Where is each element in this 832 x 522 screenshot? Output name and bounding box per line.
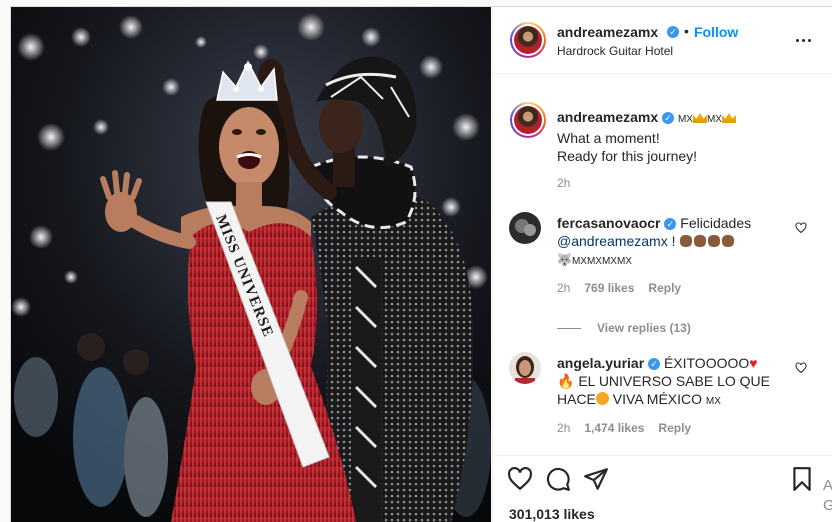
comment-meta: 2h 769 likes Reply: [557, 281, 681, 295]
clipped-text-1: Ac: [823, 477, 832, 494]
like-comment-heart-icon[interactable]: [795, 221, 807, 234]
comment-username[interactable]: fercasanovaocr: [557, 215, 661, 231]
view-replies-button[interactable]: View replies (13): [565, 321, 691, 335]
comment-suffix: !: [671, 233, 676, 249]
flag-mx: MX: [677, 114, 693, 125]
separator-dot: •: [684, 23, 689, 39]
post-header: andreamezamx ✓ • Follow Hardrock Guitar …: [493, 7, 832, 74]
comment-line-3a: HACE: [557, 391, 596, 407]
share-paper-plane-icon[interactable]: [583, 466, 609, 492]
avatar-image: [509, 352, 541, 384]
flex-emoji-icon: [722, 235, 735, 247]
commenter-avatar[interactable]: [509, 352, 541, 384]
wolf-emoji-icon: 🐺: [557, 253, 572, 267]
post-modal: MISS UNIVERSE andreamezamx ✓ • Follow Ha…: [10, 6, 832, 522]
comment-time[interactable]: 2h: [557, 281, 570, 295]
more-options-icon[interactable]: [795, 31, 813, 49]
verified-badge-icon: ✓: [662, 112, 675, 125]
like-heart-icon[interactable]: [507, 466, 533, 492]
action-bar: 301,013 likes Ac Go: [493, 455, 832, 522]
clipped-overlay-text: Ac Go: [823, 476, 832, 516]
save-bookmark-icon[interactable]: [789, 466, 815, 492]
commenter-avatar[interactable]: [509, 212, 541, 244]
caption-avatar[interactable]: [510, 102, 546, 138]
reply-button[interactable]: Reply: [658, 421, 691, 435]
crown-emoji-icon: [721, 113, 736, 123]
heart-eyes-emoji-icon: [595, 392, 609, 405]
flags-text: MXMXMXMX: [571, 256, 632, 267]
caption-text: andreamezamx ✓ MX MX What a moment! Ready…: [557, 108, 787, 165]
crowning-photo-illustration: MISS UNIVERSE: [11, 7, 491, 522]
clipped-text-2: Go: [823, 497, 832, 514]
author-avatar[interactable]: [510, 22, 546, 58]
red-heart-emoji-icon: ♥: [749, 355, 758, 371]
comment-time[interactable]: 2h: [557, 421, 570, 435]
comment-likes[interactable]: 769 likes: [584, 281, 634, 295]
comment-text: angela.yuriar ✓ ÉXITOOOOO♥ 🔥 EL UNIVERSO…: [557, 354, 787, 411]
caption-username[interactable]: andreamezamx: [557, 109, 658, 125]
verified-badge-icon: ✓: [664, 218, 677, 231]
comment-body: Felicidades: [680, 215, 752, 231]
caption-line-2: Ready for this journey!: [557, 148, 698, 164]
clap-emoji-icon: [694, 235, 707, 247]
post-sidebar: andreamezamx ✓ • Follow Hardrock Guitar …: [492, 7, 832, 522]
page-gutter: [0, 0, 10, 521]
comment-meta: 2h 1,474 likes Reply: [557, 421, 691, 435]
post-location[interactable]: Hardrock Guitar Hotel: [557, 44, 673, 58]
comment-line-2: EL UNIVERSO SABE LO QUE: [578, 373, 770, 389]
post-photo[interactable]: MISS UNIVERSE: [11, 7, 491, 522]
comment-body: ÉXITOOOOO: [663, 355, 750, 371]
flag-mx: MX: [705, 396, 721, 407]
post-likes-count[interactable]: 301,013 likes: [509, 506, 595, 522]
follow-button[interactable]: Follow: [694, 24, 738, 40]
flag-mx: MX: [706, 114, 722, 125]
caption-line-1: What a moment!: [557, 130, 660, 146]
clap-emoji-icon: [680, 235, 693, 247]
avatar-image: [509, 212, 541, 244]
verified-badge-icon: ✓: [648, 358, 661, 371]
fire-emoji-icon: 🔥: [557, 373, 575, 389]
comment-text: fercasanovaocr ✓ Felicidades @andreameza…: [557, 214, 787, 271]
comment-username[interactable]: angela.yuriar: [557, 355, 644, 371]
verified-badge-icon: ✓: [667, 26, 679, 38]
clap-emoji-icon: [708, 235, 721, 247]
comments-list[interactable]: andreamezamx ✓ MX MX What a moment! Ready…: [493, 74, 832, 454]
crown-emoji-icon: [692, 113, 707, 123]
like-comment-heart-icon[interactable]: [795, 361, 807, 374]
mention-link[interactable]: @andreamezamx: [557, 233, 668, 249]
comment-likes[interactable]: 1,474 likes: [584, 421, 644, 435]
comment-bubble-icon[interactable]: [545, 466, 571, 492]
author-username[interactable]: andreamezamx: [557, 24, 658, 40]
caption-time[interactable]: 2h: [557, 176, 570, 190]
comment-line-3b: VIVA MÉXICO: [612, 391, 703, 407]
reply-button[interactable]: Reply: [648, 281, 681, 295]
